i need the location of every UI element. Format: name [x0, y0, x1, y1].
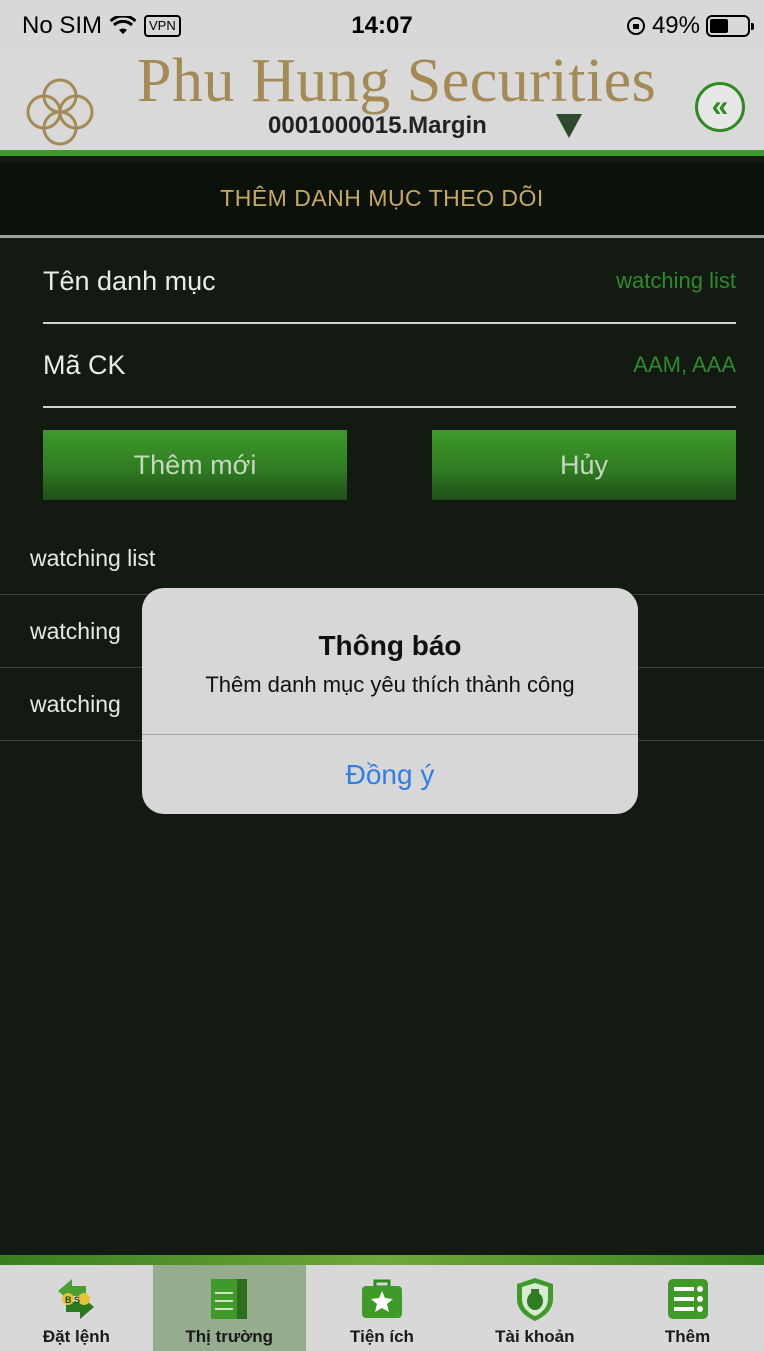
stock-code-label: Mã CK [43, 350, 126, 380]
battery-icon [706, 15, 754, 37]
watchlist-name-input[interactable]: watching list [616, 268, 736, 294]
tabbar-divider [0, 1255, 764, 1265]
status-bar: No SIM VPN 14:07 49% [0, 0, 764, 50]
buy-sell-badge: B S [65, 1295, 80, 1305]
money-shield-icon [516, 1278, 553, 1321]
page-title: THÊM DANH MỤC THEO DÕI [220, 185, 544, 211]
tab-bar: B S Đặt lệnh Thị trường Tiện ích Tài kho… [0, 1265, 764, 1351]
tab-label: Tiện ích [350, 1327, 414, 1346]
tab-order[interactable]: B S Đặt lệnh [0, 1265, 153, 1351]
stock-code-input[interactable]: AAM, AAA [633, 352, 736, 378]
add-new-button[interactable]: Thêm mới [43, 430, 347, 500]
tab-label: Đặt lệnh [42, 1327, 110, 1346]
watchlist-name-row[interactable]: Tên danh mục watching list [43, 240, 736, 324]
more-menu-icon [667, 1279, 708, 1319]
tab-more[interactable]: Thêm [611, 1265, 764, 1351]
stock-code-row[interactable]: Mã CK AAM, AAA [43, 324, 736, 408]
dialog-title: Thông báo [318, 630, 462, 661]
watchlist-name-label: Tên danh mục [43, 266, 216, 296]
page-title-bar: THÊM DANH MỤC THEO DÕI [0, 162, 764, 238]
dialog-message: Thêm danh mục yêu thích thành công [205, 672, 575, 697]
phu-hung-logo-icon [26, 78, 94, 146]
buy-sell-icon: B S [58, 1279, 95, 1319]
cancel-button[interactable]: Hủy [432, 430, 736, 500]
notification-dialog: Thông báo Thêm danh mục yêu thích thành … [142, 588, 638, 814]
tab-market[interactable]: Thị trường [152, 1265, 306, 1351]
back-icon[interactable]: « [695, 82, 745, 132]
battery-group: 49% [626, 12, 754, 40]
dialog-ok-button[interactable]: Đồng ý [142, 735, 638, 814]
chevron-down-icon[interactable] [556, 114, 582, 138]
star-kit-icon [361, 1279, 402, 1318]
tab-account[interactable]: Tài khoản [458, 1265, 611, 1351]
app-header: Phu Hung Securities 0001000015.Margin « [0, 47, 764, 156]
tab-label: Thị trường [185, 1327, 274, 1346]
tab-label: Tài khoản [495, 1327, 575, 1346]
brand-title: Phu Hung Securities [137, 47, 657, 115]
battery-percent: 49% [651, 12, 700, 39]
account-selector[interactable]: 0001000015.Margin [268, 112, 487, 140]
list-item[interactable]: watching list [0, 522, 764, 595]
market-board-icon [211, 1279, 248, 1319]
orientation-lock-icon [626, 17, 645, 35]
tab-label: Thêm [664, 1327, 711, 1346]
tab-utilities[interactable]: Tiện ích [306, 1265, 459, 1351]
